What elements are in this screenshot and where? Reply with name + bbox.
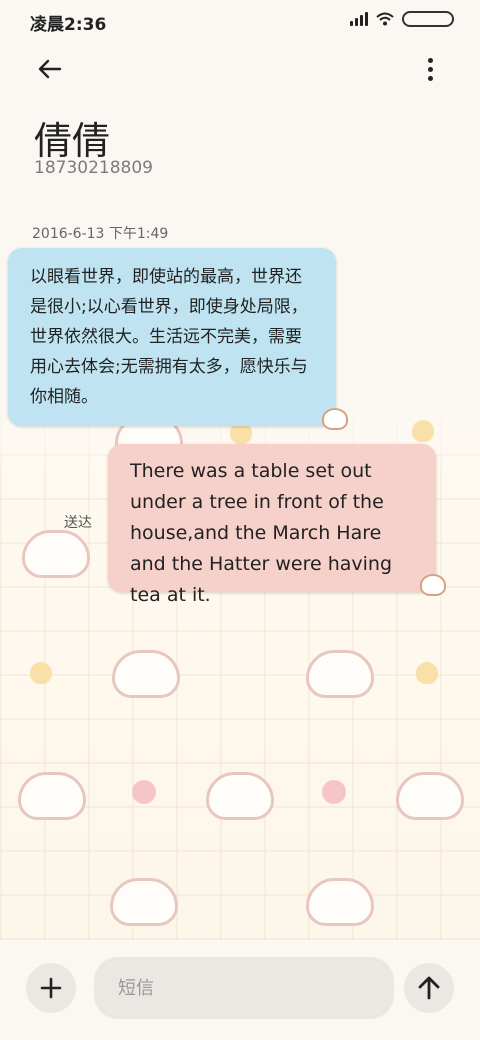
message-text: 以眼看世界，即使站的最高，世界还是很小;以心看世界，即使身处局限，世界依然很大。… [30,267,308,407]
more-dots-icon [427,58,433,63]
contact-name: 倩倩 [34,119,111,163]
hamster-decoration [18,772,86,820]
battery-icon [402,11,454,27]
flower-decoration [322,780,346,804]
hamster-decoration [396,772,464,820]
bubble-sticker-icon [322,408,348,430]
flower-decoration [132,780,156,804]
message-timestamp: 2016-6-13 下午1:49 [32,226,169,242]
status-icons [350,11,454,27]
add-attachment-button[interactable] [26,963,76,1013]
status-bar: 凌晨2:36 [0,0,480,40]
hamster-decoration [306,650,374,698]
hamster-decoration [112,650,180,698]
wifi-icon [376,12,394,26]
bubble-sticker-icon [420,574,446,596]
star-decoration [412,420,434,442]
hamster-decoration [306,878,374,926]
hamster-decoration [22,530,90,578]
hamster-decoration [110,878,178,926]
plus-icon [40,977,62,999]
signal-icon [350,12,368,26]
more-options-button[interactable] [420,56,440,84]
hamster-decoration [206,772,274,820]
back-button[interactable] [34,54,66,86]
send-button[interactable] [404,963,454,1013]
star-decoration [30,662,52,684]
back-arrow-icon [38,59,62,79]
contact-number: 18730218809 [34,158,153,178]
message-text: There was a table set out under a tree i… [130,460,393,606]
star-decoration [416,662,438,684]
message-input[interactable] [94,957,394,1019]
outgoing-message-bubble[interactable]: There was a table set out under a tree i… [108,444,436,606]
arrow-up-icon [418,976,440,1000]
status-time: 凌晨2:36 [30,15,107,35]
incoming-message-bubble[interactable]: 以眼看世界，即使站的最高，世界还是很小;以心看世界，即使身处局限，世界依然很大。… [8,248,336,426]
delivery-status: 送达 [64,515,92,531]
